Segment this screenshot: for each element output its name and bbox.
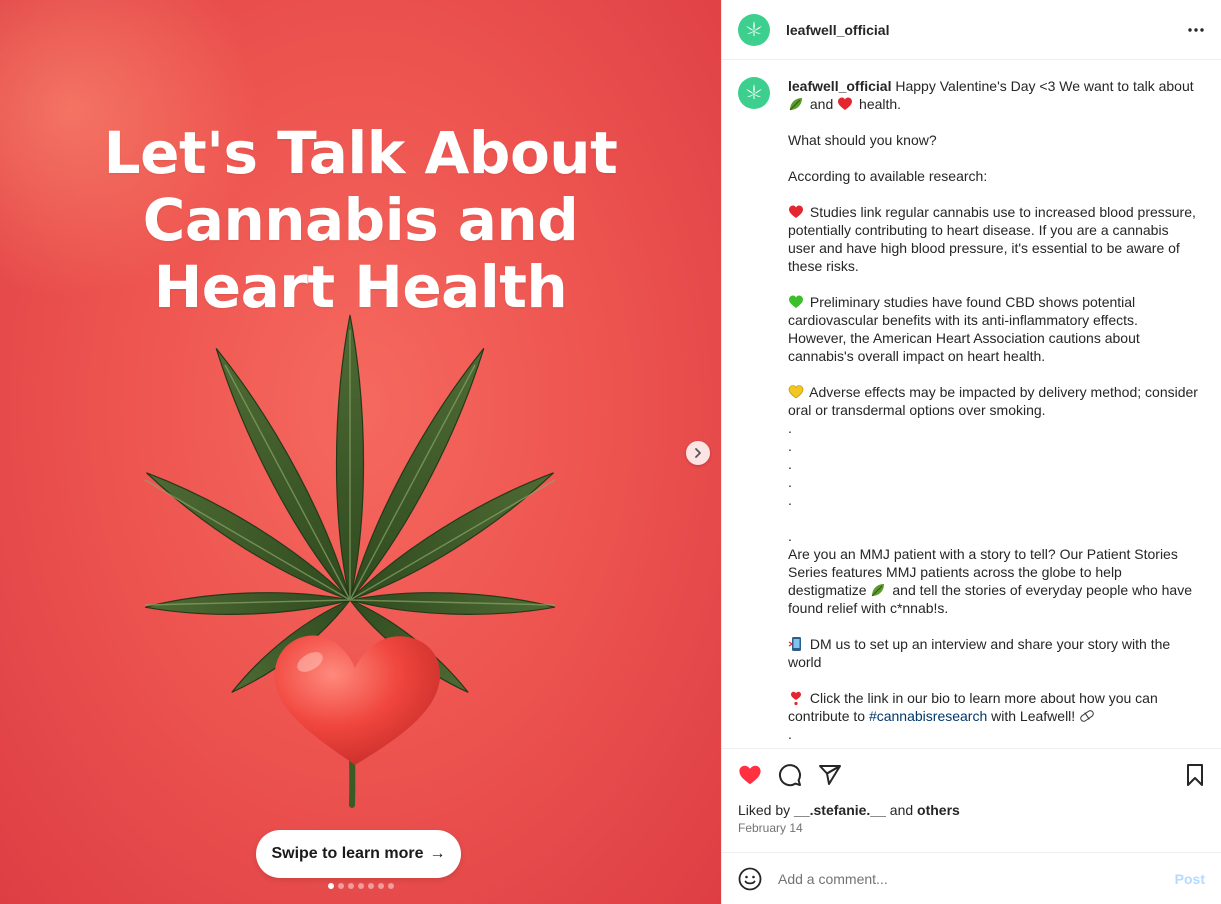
- caption-and: and: [809, 96, 834, 112]
- caption-row: leafwell_official Happy Valentine's Day …: [738, 77, 1205, 743]
- caption-dot: .: [788, 438, 792, 454]
- green-heart-emoji-icon: [789, 295, 803, 308]
- swipe-label: Swipe to learn more: [271, 845, 424, 862]
- chevron-right-icon: [695, 448, 701, 458]
- caption-question: What should you know?: [788, 132, 937, 148]
- arrow-right-icon: →: [429, 845, 446, 862]
- liked-by-text: Liked by __.stefanie.__ and others: [722, 801, 1221, 819]
- red-heart-emoji-icon: [838, 97, 853, 110]
- exclamation-heart-emoji-icon: [791, 691, 801, 706]
- caption-link-bio: Click the link in our bio to learn more …: [788, 689, 1198, 725]
- yellow-heart-emoji-icon: [788, 385, 804, 399]
- caption-text: leafwell_official Happy Valentine's Day …: [788, 77, 1198, 743]
- action-bar: [722, 749, 1221, 801]
- caption-point-green: Preliminary studies have found CBD shows…: [788, 293, 1198, 365]
- caption-according: According to available research:: [788, 168, 988, 184]
- caption-username[interactable]: leafwell_official: [788, 78, 891, 94]
- swipe-to-learn-more-button[interactable]: Swipe to learn more →: [256, 830, 461, 878]
- caption-intro-text: Happy Valentine's Day <3 We want to talk…: [895, 78, 1194, 94]
- leaf-emoji-icon: [789, 98, 802, 111]
- post-date[interactable]: February 14: [722, 819, 1221, 835]
- carousel-dot-active: [327, 883, 334, 889]
- carousel-dots: [0, 883, 721, 889]
- post-actions-area: Liked by __.stefanie.__ and others Febru…: [722, 748, 1221, 852]
- pill-emoji-icon: [1080, 710, 1094, 722]
- caption-dot: .: [788, 726, 792, 742]
- mobile-phone-emoji-icon: [788, 637, 801, 651]
- post-header: leafwell_official: [722, 0, 1221, 60]
- carousel-dot: [357, 883, 364, 889]
- comment-bar: Post: [722, 852, 1221, 904]
- caption-dot: .: [788, 456, 792, 472]
- bookmark-icon: [1187, 764, 1203, 786]
- red-heart-emoji-icon: [789, 205, 803, 218]
- caption-point-red: Studies link regular cannabis use to inc…: [788, 203, 1198, 275]
- cannabis-leaf-heart-illustration: [144, 314, 556, 808]
- emoji-picker-button[interactable]: [738, 867, 762, 891]
- post-author-username[interactable]: leafwell_official: [786, 22, 889, 38]
- leaf-logo-icon: [746, 84, 762, 99]
- leaf-emoji-icon: [872, 584, 885, 597]
- caption-point-yellow-text: Adverse effects may be impacted by deliv…: [788, 384, 1198, 418]
- caption-link-text-2: with Leafwell!: [991, 708, 1076, 724]
- smiley-icon: [738, 867, 762, 890]
- media-headline: Let's Talk About Cannabis and Heart Heal…: [0, 120, 721, 321]
- liked-by-others-link[interactable]: others: [917, 802, 960, 818]
- leaf-logo-icon: [746, 20, 762, 36]
- liked-by-user-link[interactable]: __.stefanie.__: [794, 802, 886, 818]
- avatar[interactable]: [738, 13, 770, 46]
- comment-icon: [779, 764, 801, 787]
- caption-scroll-area[interactable]: leafwell_official Happy Valentine's Day …: [722, 61, 1221, 748]
- share-button[interactable]: [818, 763, 842, 787]
- caption-point-green-text: Preliminary studies have found CBD shows…: [788, 294, 1140, 364]
- caption-dot: .: [788, 528, 792, 544]
- post-details-panel: leafwell_official leafwell_official Happ…: [721, 0, 1221, 904]
- caption-dm: DM us to set up an interview and share y…: [788, 635, 1198, 671]
- carousel-dot: [367, 883, 374, 889]
- save-button[interactable]: [1183, 763, 1207, 787]
- caption-dot: .: [788, 474, 792, 490]
- caption-dm-text: DM us to set up an interview and share y…: [788, 636, 1171, 670]
- comment-input[interactable]: [778, 870, 1175, 887]
- carousel-dot: [347, 883, 354, 889]
- avatar[interactable]: [738, 77, 770, 109]
- caption-point-yellow: Adverse effects may be impacted by deliv…: [788, 383, 1198, 419]
- caption-dot: .: [788, 492, 792, 508]
- caption-patient-stories: Are you an MMJ patient with a story to t…: [788, 545, 1198, 617]
- comment-button[interactable]: [778, 763, 802, 787]
- caption-health: health.: [859, 96, 902, 112]
- more-horizontal-icon: [1188, 27, 1204, 32]
- hashtag-cannabisresearch[interactable]: #cannabisresearch: [869, 708, 987, 724]
- heart-filled-icon: [739, 765, 761, 785]
- liked-by-and: and: [889, 802, 914, 818]
- caption-intro: leafwell_official Happy Valentine's Day …: [788, 77, 1198, 113]
- more-options-button[interactable]: [1187, 27, 1205, 33]
- headline-line-1: Let's Talk About: [103, 119, 618, 187]
- caption-point-red-text: Studies link regular cannabis use to inc…: [788, 204, 1196, 274]
- next-slide-button[interactable]: [686, 441, 710, 465]
- send-icon: [819, 765, 841, 785]
- post-media-carousel[interactable]: Let's Talk About Cannabis and Heart Heal…: [0, 0, 721, 904]
- like-button[interactable]: [738, 763, 762, 787]
- carousel-dot: [377, 883, 384, 889]
- liked-by-prefix: Liked by: [738, 802, 791, 818]
- caption-dot: .: [788, 420, 792, 436]
- headline-line-2: Cannabis and: [142, 186, 579, 254]
- carousel-dot: [337, 883, 344, 889]
- post-comment-button[interactable]: Post: [1175, 871, 1205, 887]
- carousel-dot: [387, 883, 394, 889]
